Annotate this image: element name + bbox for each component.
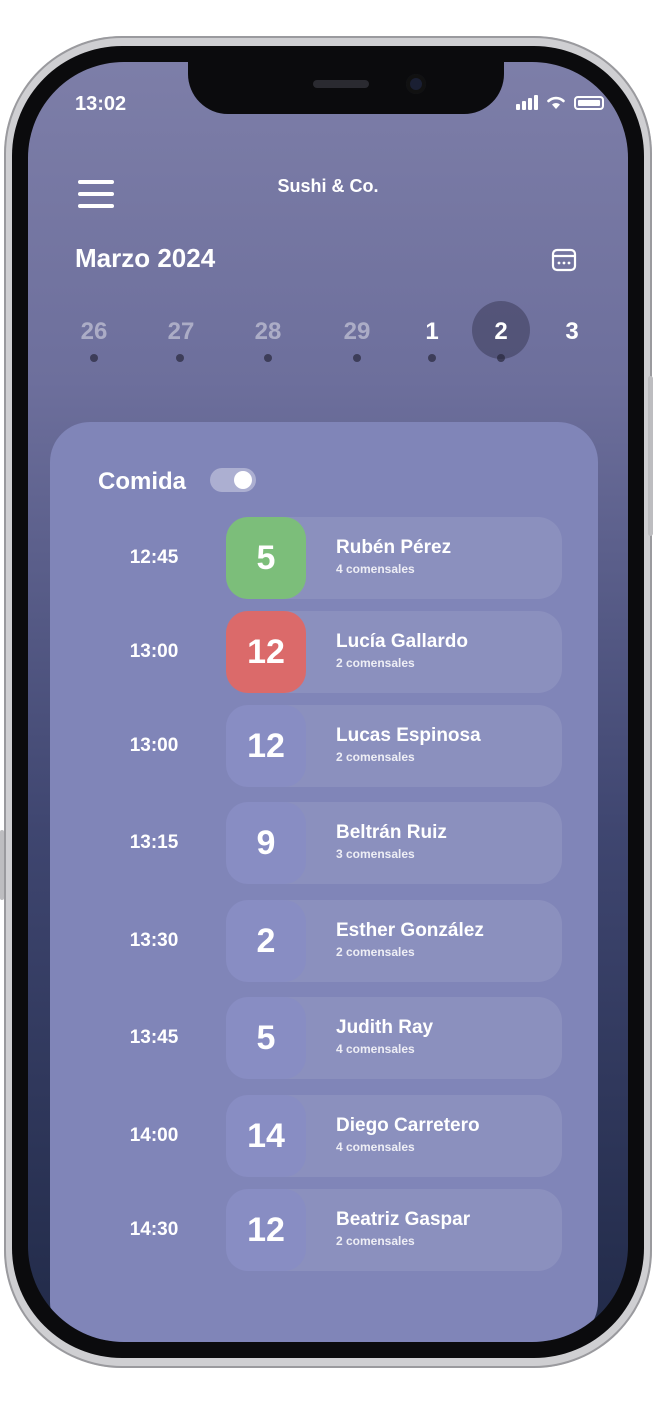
guest-count: 3 comensales <box>336 847 415 861</box>
guest-name: Rubén Pérez <box>336 537 452 558</box>
guest-count: 4 comensales <box>336 1140 415 1154</box>
reservation-time: 14:30 <box>129 1219 179 1240</box>
wifi-icon <box>547 96 565 109</box>
guest-name: Lucas Espinosa <box>336 725 481 746</box>
guest-count: 2 comensales <box>336 1234 415 1248</box>
day-3[interactable]: 3 <box>544 318 600 346</box>
day-29[interactable]: 29 <box>329 318 385 346</box>
screen: 13:02 Sushi & Co. Marzo 2024 26 27 28 29… <box>28 62 628 1342</box>
day-marker <box>176 354 184 362</box>
table-number: 9 <box>226 802 306 884</box>
day-marker <box>428 354 436 362</box>
calendar-icon[interactable] <box>550 246 578 274</box>
section-title: Comida <box>98 468 187 495</box>
guest-count: 2 comensales <box>336 656 415 670</box>
power-button <box>648 376 653 536</box>
guest-name: Beatriz Gaspar <box>336 1209 471 1230</box>
reservation-time: 14:00 <box>129 1125 179 1146</box>
notch <box>188 62 504 114</box>
reservation-row[interactable]: 13:30 2 Esther González 2 comensales <box>50 900 598 982</box>
app-title: Sushi & Co. <box>277 176 379 196</box>
day-marker <box>353 354 361 362</box>
signal-icon <box>516 94 538 110</box>
guest-name: Lucía Gallardo <box>336 631 468 652</box>
status-icons <box>516 94 604 110</box>
reservation-row[interactable]: 12:45 5 Rubén Pérez 4 comensales <box>50 517 598 599</box>
reservation-time: 13:00 <box>129 641 179 662</box>
month-label: Marzo 2024 <box>75 243 216 273</box>
reservations-panel: Comida 12:45 5 Rubén Pérez 4 comensales … <box>50 422 598 1342</box>
guest-count: 2 comensales <box>336 945 415 959</box>
day-marker <box>264 354 272 362</box>
table-number: 12 <box>226 611 306 693</box>
table-number: 2 <box>226 900 306 982</box>
toggle-knob <box>234 471 252 489</box>
reservation-row[interactable]: 13:45 5 Judith Ray 4 comensales <box>50 997 598 1079</box>
table-number: 5 <box>226 517 306 599</box>
reservation-time: 12:45 <box>129 547 179 568</box>
date-strip: 26 27 28 29 1 2 3 <box>28 310 628 370</box>
battery-icon <box>574 96 604 110</box>
reservation-time: 13:00 <box>129 735 179 756</box>
table-number: 14 <box>226 1095 306 1177</box>
reservation-time: 13:45 <box>129 1027 179 1048</box>
camera <box>406 74 426 94</box>
table-number: 5 <box>226 997 306 1079</box>
day-marker <box>90 354 98 362</box>
day-27[interactable]: 27 <box>153 318 209 346</box>
guest-name: Beltrán Ruiz <box>336 822 447 843</box>
reservation-row[interactable]: 13:00 12 Lucas Espinosa 2 comensales <box>50 705 598 787</box>
reservation-row[interactable]: 14:00 14 Diego Carretero 4 comensales <box>50 1095 598 1177</box>
reservation-row[interactable]: 13:00 12 Lucía Gallardo 2 comensales <box>50 611 598 693</box>
day-26[interactable]: 26 <box>66 318 122 346</box>
guest-name: Diego Carretero <box>336 1115 480 1136</box>
guest-count: 4 comensales <box>336 562 415 576</box>
guest-name: Esther González <box>336 920 484 941</box>
guest-name: Judith Ray <box>336 1017 434 1038</box>
status-time: 13:02 <box>75 93 127 115</box>
volume-button <box>0 830 4 900</box>
reservation-row[interactable]: 14:30 12 Beatriz Gaspar 2 comensales <box>50 1189 598 1271</box>
reservation-row[interactable]: 13:15 9 Beltrán Ruiz 3 comensales <box>50 802 598 884</box>
reservation-time: 13:15 <box>129 832 179 853</box>
speaker <box>313 80 369 88</box>
day-1[interactable]: 1 <box>404 318 460 346</box>
table-number: 12 <box>226 705 306 787</box>
day-marker <box>497 354 505 362</box>
guest-count: 2 comensales <box>336 750 415 764</box>
reservation-time: 13:30 <box>129 930 179 951</box>
day-28[interactable]: 28 <box>240 318 296 346</box>
day-2[interactable]: 2 <box>473 318 529 346</box>
guest-count: 4 comensales <box>336 1042 415 1056</box>
section-toggle[interactable] <box>210 468 256 492</box>
table-number: 12 <box>226 1189 306 1271</box>
